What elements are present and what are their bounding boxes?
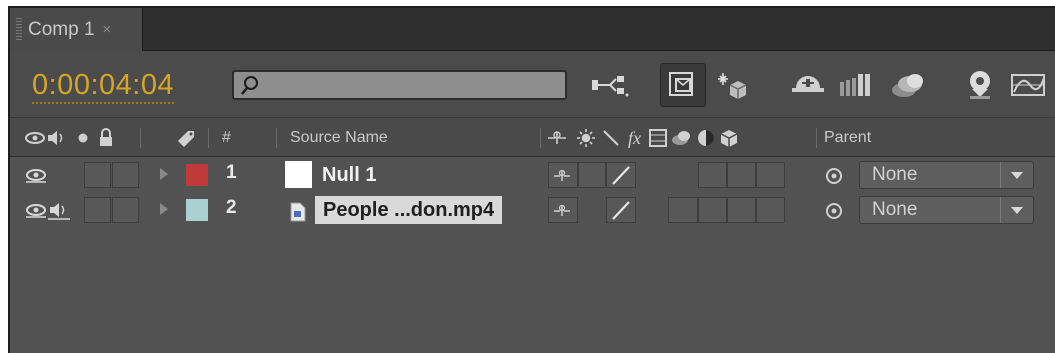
- frame-blend-switch[interactable]: [698, 197, 727, 223]
- effects-fx-icon: fx: [628, 128, 641, 148]
- tab-title: Comp 1: [28, 18, 95, 40]
- layer-row[interactable]: 2 People ...don.mp4 None: [10, 193, 1055, 227]
- layer-row[interactable]: 1 Null 1 None: [10, 158, 1055, 192]
- tab-grip[interactable]: [16, 17, 22, 42]
- motion-blur-switch[interactable]: [727, 197, 756, 223]
- frame-blend-switch[interactable]: [698, 162, 727, 188]
- lock-transparency-icon[interactable]: [958, 67, 1002, 103]
- motion-blur-icon[interactable]: [835, 67, 879, 103]
- search-icon: [241, 76, 258, 95]
- video-eye-icon[interactable]: [24, 166, 48, 184]
- solo-toggle[interactable]: [84, 197, 111, 223]
- layer-number: 2: [226, 197, 237, 218]
- lock-toggle[interactable]: [112, 162, 139, 188]
- parent-dropdown[interactable]: None: [859, 161, 1034, 189]
- label-tag-icon: [174, 118, 200, 157]
- adjustment-switch[interactable]: [756, 162, 785, 188]
- motion-blur-switch[interactable]: [727, 162, 756, 188]
- collapse-icon: [577, 128, 595, 147]
- layer-source-name[interactable]: Null 1: [322, 161, 376, 189]
- current-time-display[interactable]: 0:00:04:04: [32, 69, 175, 104]
- adjustment-switch[interactable]: [756, 197, 785, 223]
- pick-whip-icon[interactable]: [824, 201, 844, 221]
- column-separator: [140, 128, 141, 148]
- parent-value: None: [872, 199, 918, 220]
- tab-bar: Comp 1 ×: [10, 8, 1055, 51]
- composition-mini-flowchart-icon[interactable]: [588, 67, 632, 103]
- search-input[interactable]: [232, 70, 567, 100]
- brainstorm-icon[interactable]: [886, 67, 930, 103]
- expand-layer-icon[interactable]: [160, 203, 168, 215]
- parent-dropdown[interactable]: None: [859, 196, 1034, 224]
- lock-icon: [100, 136, 112, 146]
- timeline-toolbar: 0:00:04:04: [10, 51, 1055, 117]
- footage-file-icon: [290, 202, 306, 222]
- shy-switch[interactable]: [548, 162, 578, 188]
- parent-header[interactable]: Parent: [824, 118, 871, 157]
- switches-header: fx: [546, 118, 796, 157]
- effects-switch[interactable]: [668, 197, 698, 223]
- quality-switch[interactable]: [606, 162, 636, 188]
- quality-switch[interactable]: [606, 197, 636, 223]
- lock-toggle[interactable]: [112, 197, 139, 223]
- layer-number: 1: [226, 162, 237, 183]
- null-layer-icon: [285, 161, 312, 188]
- label-color-swatch[interactable]: [186, 164, 208, 186]
- label-color-swatch[interactable]: [186, 199, 208, 221]
- column-separator: [276, 128, 277, 148]
- column-separator: [208, 128, 209, 148]
- tab-comp1[interactable]: Comp 1 ×: [10, 8, 143, 51]
- frame-blending-col-icon: [649, 128, 667, 147]
- column-separator: [816, 128, 817, 148]
- column-header: # Source Name fx Parent: [10, 117, 1055, 157]
- expand-layer-icon[interactable]: [160, 168, 168, 180]
- collapse-switch[interactable]: [578, 162, 606, 188]
- layer-source-name[interactable]: People ...don.mp4: [315, 196, 503, 224]
- timeline-panel: Comp 1 × 0:00:04:04 # Source Name fx Par…: [8, 6, 1055, 353]
- chevron-down-icon[interactable]: [1000, 197, 1033, 223]
- close-icon[interactable]: ×: [103, 21, 112, 38]
- quality-icon: [603, 129, 619, 146]
- column-separator: [540, 128, 541, 148]
- video-eye-icon[interactable]: [24, 201, 48, 219]
- graph-editor-icon[interactable]: [1006, 67, 1050, 103]
- hide-shy-layers-icon[interactable]: [714, 67, 758, 103]
- av-features-header: [24, 118, 164, 157]
- parent-value: None: [872, 164, 918, 185]
- audio-speaker-icon: [48, 130, 57, 145]
- chevron-down-icon[interactable]: [1000, 162, 1033, 188]
- audio-speaker-icon[interactable]: [48, 199, 72, 221]
- frame-blending-icon[interactable]: [786, 67, 830, 103]
- pick-whip-icon[interactable]: [824, 166, 844, 186]
- draft-3d-icon[interactable]: [660, 63, 706, 107]
- layer-number-header: #: [222, 128, 231, 146]
- source-name-header[interactable]: Source Name: [290, 118, 388, 157]
- solo-toggle[interactable]: [84, 162, 111, 188]
- shy-switch[interactable]: [548, 197, 578, 223]
- solo-icon: [78, 133, 88, 142]
